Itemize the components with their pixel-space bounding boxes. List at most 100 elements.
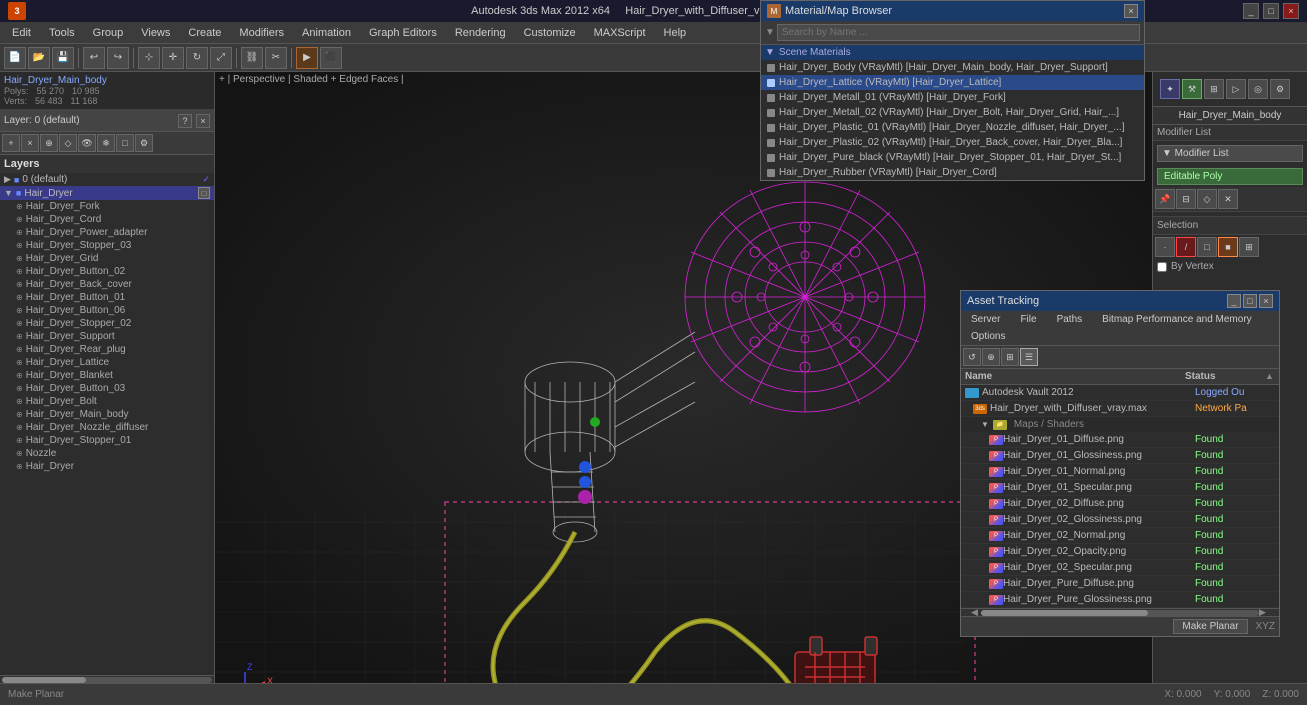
layer-select-btn[interactable]: ◇ xyxy=(59,134,77,152)
rp-utility-btn[interactable]: ⚙ xyxy=(1270,79,1290,99)
new-btn[interactable]: 📄 xyxy=(4,47,26,69)
layer-new-btn[interactable]: + xyxy=(2,134,20,152)
mat-item-6[interactable]: Hair_Dryer_Plastic_02 (VRayMtl) [Hair_Dr… xyxy=(761,135,1144,150)
layer-item-hair-dryer-child[interactable]: ⊕ Hair_Dryer xyxy=(0,460,214,473)
layer-item-stopper02[interactable]: ⊕ Hair_Dryer_Stopper_02 xyxy=(0,317,214,330)
at-item-png-7[interactable]: P Hair_Dryer_02_Normal.png Found xyxy=(961,528,1279,544)
open-btn[interactable]: 📂 xyxy=(28,47,50,69)
rp-border-btn[interactable]: □ xyxy=(1197,237,1217,257)
rp-display-btn[interactable]: ◎ xyxy=(1248,79,1268,99)
redo-btn[interactable]: ↪ xyxy=(107,47,129,69)
menu-tools[interactable]: Tools xyxy=(41,25,83,41)
menu-views[interactable]: Views xyxy=(133,25,178,41)
at-item-png-3[interactable]: P Hair_Dryer_01_Normal.png Found xyxy=(961,464,1279,480)
mat-search-input[interactable] xyxy=(777,24,1140,41)
close-button[interactable]: × xyxy=(1283,3,1299,19)
menu-maxscript[interactable]: MAXScript xyxy=(586,25,654,41)
menu-group[interactable]: Group xyxy=(85,25,132,41)
at-hscrollbar[interactable]: ◀ ▶ xyxy=(961,608,1279,616)
at-item-png-9[interactable]: P Hair_Dryer_02_Specular.png Found xyxy=(961,560,1279,576)
layer-item-bolt[interactable]: ⊕ Hair_Dryer_Bolt xyxy=(0,395,214,408)
at-section-maps[interactable]: ▼ 📁 Maps / Shaders xyxy=(961,417,1279,432)
at-item-max[interactable]: 3ds Hair_Dryer_with_Diffuser_vray.max Ne… xyxy=(961,401,1279,417)
at-menu-server[interactable]: Server xyxy=(965,312,1006,327)
layer-help-btn[interactable]: ? xyxy=(178,114,192,128)
layer-hide-btn[interactable]: 👁 xyxy=(78,134,96,152)
rp-modifier-dropdown[interactable]: ▼ Modifier List xyxy=(1157,145,1303,162)
minimize-button[interactable]: _ xyxy=(1243,3,1259,19)
layer-item-mainbody[interactable]: ⊕ Hair_Dryer_Main_body xyxy=(0,408,214,421)
at-item-png-5[interactable]: P Hair_Dryer_02_Diffuse.png Found xyxy=(961,496,1279,512)
rp-by-vertex-checkbox[interactable] xyxy=(1157,262,1167,272)
at-minimize-btn[interactable]: _ xyxy=(1227,294,1241,308)
move-btn[interactable]: ✛ xyxy=(162,47,184,69)
menu-help[interactable]: Help xyxy=(656,25,695,41)
layer-item-backcover[interactable]: ⊕ Hair_Dryer_Back_cover xyxy=(0,278,214,291)
mat-item-2[interactable]: Hair_Dryer_Lattice (VRayMtl) [Hair_Dryer… xyxy=(761,75,1144,90)
rp-remove-btn[interactable]: ✕ xyxy=(1218,189,1238,209)
layer-scroll-track[interactable] xyxy=(2,677,212,683)
menu-modifiers[interactable]: Modifiers xyxy=(231,25,292,41)
rp-modify-btn[interactable]: ⚒ xyxy=(1182,79,1202,99)
mat-browser-close[interactable]: × xyxy=(1124,4,1138,18)
quick-render-btn[interactable]: ⬛ xyxy=(320,47,342,69)
scale-btn[interactable]: ⤢ xyxy=(210,47,232,69)
menu-edit[interactable]: Edit xyxy=(4,25,39,41)
at-item-png-4[interactable]: P Hair_Dryer_01_Specular.png Found xyxy=(961,480,1279,496)
layer-settings-btn[interactable]: ⚙ xyxy=(135,134,153,152)
rp-editable-poly[interactable]: Editable Poly xyxy=(1157,168,1303,185)
at-menu-paths[interactable]: Paths xyxy=(1051,312,1089,327)
layer-close-btn[interactable]: × xyxy=(196,114,210,128)
maximize-button[interactable]: □ xyxy=(1263,3,1279,19)
rp-hier-btn[interactable]: ⊞ xyxy=(1204,79,1224,99)
layer-item-button06[interactable]: ⊕ Hair_Dryer_Button_06 xyxy=(0,304,214,317)
at-tb-resolve[interactable]: ⊕ xyxy=(982,348,1000,366)
menu-create[interactable]: Create xyxy=(180,25,229,41)
layer-item-button02[interactable]: ⊕ Hair_Dryer_Button_02 xyxy=(0,265,214,278)
rp-element-btn[interactable]: ⊞ xyxy=(1239,237,1259,257)
mat-item-7[interactable]: Hair_Dryer_Pure_black (VRayMtl) [Hair_Dr… xyxy=(761,150,1144,165)
layer-render-btn[interactable]: □ xyxy=(116,134,134,152)
rp-poly-btn[interactable]: ■ xyxy=(1218,237,1238,257)
at-item-png-1[interactable]: P Hair_Dryer_01_Diffuse.png Found xyxy=(961,432,1279,448)
layer-item-button03[interactable]: ⊕ Hair_Dryer_Button_03 xyxy=(0,382,214,395)
layer-item-power-adapter[interactable]: ⊕ Hair_Dryer_Power_adapter xyxy=(0,226,214,239)
at-item-png-2[interactable]: P Hair_Dryer_01_Glossiness.png Found xyxy=(961,448,1279,464)
save-btn[interactable]: 💾 xyxy=(52,47,74,69)
mat-item-8[interactable]: Hair_Dryer_Rubber (VRayMtl) [Hair_Dryer_… xyxy=(761,165,1144,180)
layer-add-selection-btn[interactable]: ⊕ xyxy=(40,134,58,152)
unlink-btn[interactable]: ✂ xyxy=(265,47,287,69)
render-btn[interactable]: ▶ xyxy=(296,47,318,69)
rotate-btn[interactable]: ↻ xyxy=(186,47,208,69)
menu-animation[interactable]: Animation xyxy=(294,25,359,41)
rp-motion-btn[interactable]: ▷ xyxy=(1226,79,1246,99)
rp-make-unique-btn[interactable]: ◇ xyxy=(1197,189,1217,209)
layer-item-grid[interactable]: ⊕ Hair_Dryer_Grid xyxy=(0,252,214,265)
rp-create-btn[interactable]: ✦ xyxy=(1160,79,1180,99)
layer-scroll-thumb[interactable] xyxy=(2,677,86,683)
undo-btn[interactable]: ↩ xyxy=(83,47,105,69)
at-menu-file[interactable]: File xyxy=(1014,312,1042,327)
layer-item-cord[interactable]: ⊕ Hair_Dryer_Cord xyxy=(0,213,214,226)
menu-graph-editors[interactable]: Graph Editors xyxy=(361,25,445,41)
layer-item-stopper03[interactable]: ⊕ Hair_Dryer_Stopper_03 xyxy=(0,239,214,252)
mat-item-3[interactable]: Hair_Dryer_Metall_01 (VRayMtl) [Hair_Dry… xyxy=(761,90,1144,105)
at-menu-bitmap-perf[interactable]: Bitmap Performance and Memory xyxy=(1096,312,1258,327)
at-makeplanar-btn[interactable]: Make Planar xyxy=(1173,619,1247,634)
at-item-vault[interactable]: Autodesk Vault 2012 Logged Ou xyxy=(961,385,1279,401)
layer-item-default[interactable]: ▶ ■ 0 (default) ✓ xyxy=(0,173,214,186)
layer-item-hair-dryer-parent[interactable]: ▼ ■ Hair_Dryer □ xyxy=(0,186,214,200)
at-item-png-10[interactable]: P Hair_Dryer_Pure_Diffuse.png Found xyxy=(961,576,1279,592)
at-maximize-btn[interactable]: □ xyxy=(1243,294,1257,308)
layer-item-fork[interactable]: ⊕ Hair_Dryer_Fork xyxy=(0,200,214,213)
at-item-png-11[interactable]: P Hair_Dryer_Pure_Glossiness.png Found xyxy=(961,592,1279,608)
layer-item-blanket[interactable]: ⊕ Hair_Dryer_Blanket xyxy=(0,369,214,382)
at-hscroll-left[interactable]: ◀ xyxy=(971,607,981,618)
at-tb-refresh[interactable]: ↺ xyxy=(963,348,981,366)
layer-item-stopper01[interactable]: ⊕ Hair_Dryer_Stopper_01 xyxy=(0,434,214,447)
layer-item-rearplug[interactable]: ⊕ Hair_Dryer_Rear_plug xyxy=(0,343,214,356)
mat-item-1[interactable]: Hair_Dryer_Body (VRayMtl) [Hair_Dryer_Ma… xyxy=(761,60,1144,75)
select-btn[interactable]: ⊹ xyxy=(138,47,160,69)
at-item-png-8[interactable]: P Hair_Dryer_02_Opacity.png Found xyxy=(961,544,1279,560)
at-close-btn[interactable]: × xyxy=(1259,294,1273,308)
